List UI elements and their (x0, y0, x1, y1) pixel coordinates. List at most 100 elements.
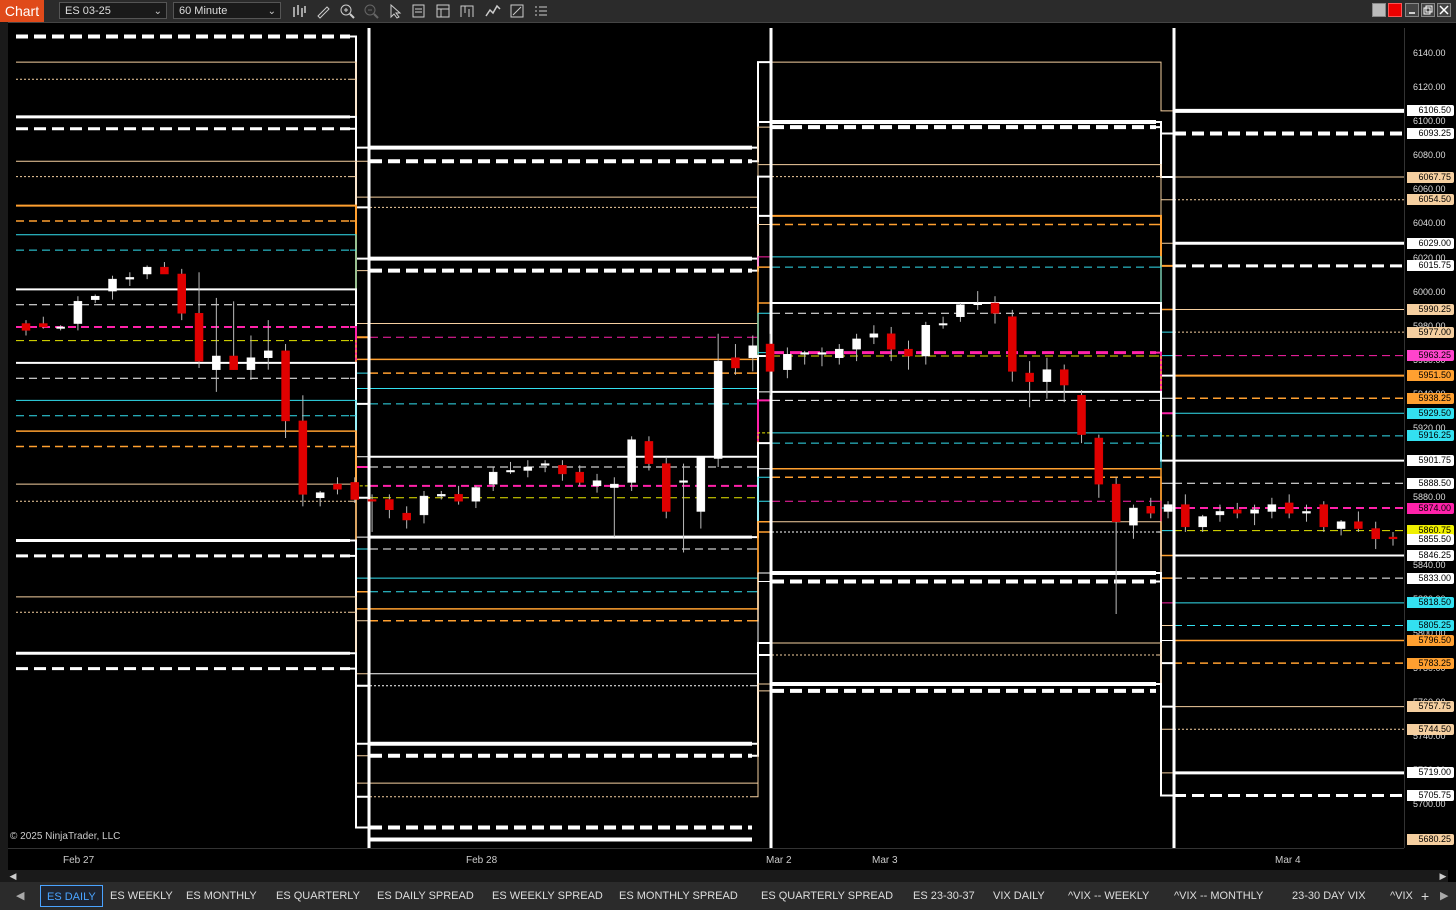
draw-pencil-icon[interactable] (315, 3, 331, 19)
candle-body (1319, 504, 1329, 528)
tab-es-quarterly[interactable]: ES QUARTERLY (270, 885, 366, 907)
level-connector (1156, 164, 1174, 201)
price-marker: 5938.25 (1407, 392, 1454, 404)
candle-body (592, 480, 602, 487)
tab-vix[interactable]: ^VIX (1384, 885, 1419, 907)
candle-body (108, 278, 117, 292)
interval-selector[interactable]: 60 Minute ⌄ (173, 2, 281, 19)
level-connector (350, 483, 370, 622)
candle-body (1267, 504, 1277, 512)
tab-23-30-day-vix[interactable]: 23-30 DAY VIX (1286, 885, 1372, 907)
price-marker: 5888.50 (1407, 477, 1454, 489)
price-marker: 5901.75 (1407, 455, 1454, 467)
x-tick-label: Mar 2 (766, 855, 792, 866)
red-square-icon[interactable] (1388, 3, 1402, 17)
tab-vix-weekly[interactable]: ^VIX -- WEEKLY (1062, 885, 1155, 907)
tab-vix-monthly[interactable]: ^VIX -- MONTHLY (1168, 885, 1269, 907)
horizontal-scrollbar[interactable]: ◀ ▶ (8, 870, 1448, 882)
y-tick-label: 6120.00 (1413, 81, 1446, 92)
tab-es-monthly-spread[interactable]: ES MONTHLY SPREAD (613, 885, 744, 907)
chart-plot-area[interactable] (8, 28, 1404, 848)
price-marker: 6106.50 (1407, 105, 1454, 117)
cursor-icon[interactable] (387, 3, 403, 19)
chevron-down-icon: ⌄ (267, 6, 276, 17)
level-connector (752, 683, 772, 784)
list-icon[interactable] (533, 3, 549, 19)
properties-icon[interactable] (435, 3, 451, 19)
chart-toolbar: Chart ES 03-25 ⌄ 60 Minute ⌄ (0, 0, 1456, 23)
instrument-selector[interactable]: ES 03-25 ⌄ (59, 2, 167, 19)
price-marker: 5744.50 (1407, 723, 1454, 735)
candle-body (696, 456, 706, 512)
indicators-icon[interactable] (485, 3, 501, 19)
restore-icon[interactable] (1421, 3, 1435, 17)
level-connector (1156, 500, 1174, 604)
tab-es-daily-spread[interactable]: ES DAILY SPREAD (371, 885, 480, 907)
tab-es-quarterly-spread[interactable]: ES QUARTERLY SPREAD (755, 885, 899, 907)
price-marker: 5757.75 (1407, 701, 1454, 713)
y-tick-label: 5880.00 (1413, 491, 1446, 502)
x-tick-label: Mar 4 (1275, 855, 1301, 866)
level-connector (752, 642, 772, 745)
price-marker: 5855.50 (1407, 534, 1454, 546)
level-connector (350, 361, 370, 499)
level-connector (350, 204, 370, 339)
price-marker: 6015.75 (1407, 260, 1454, 272)
tab-es-weekly-spread[interactable]: ES WEEKLY SPREAD (486, 885, 609, 907)
level-connector (752, 120, 772, 163)
level-connector (1156, 390, 1174, 462)
y-tick-label: 5840.00 (1413, 560, 1446, 571)
y-tick-label: 6100.00 (1413, 115, 1446, 126)
y-tick-label: 6040.00 (1413, 218, 1446, 229)
bar-type-icon[interactable] (291, 3, 307, 19)
close-icon[interactable] (1437, 3, 1451, 17)
price-marker: 6067.75 (1407, 171, 1454, 183)
candle-body (177, 273, 186, 314)
templates-icon[interactable] (459, 3, 475, 19)
candle-body (1111, 483, 1121, 522)
tab-vix-daily[interactable]: VIX DAILY (987, 885, 1051, 907)
scroll-right-arrow-icon[interactable]: ▶ (1438, 870, 1448, 882)
level-connector (350, 234, 370, 374)
x-tick-label: Feb 28 (466, 855, 498, 866)
grey-square-icon[interactable] (1372, 3, 1386, 17)
level-connector (1156, 302, 1174, 377)
scroll-left-arrow-icon[interactable]: ◀ (8, 870, 18, 882)
price-marker: 5963.25 (1407, 350, 1454, 362)
price-axis[interactable]: 6140.00 6120.00 6100.00 6080.00 6060.00 6040.… (1404, 28, 1456, 848)
candle-body (1284, 502, 1294, 514)
candle-body (264, 350, 273, 358)
strategies-icon[interactable] (509, 3, 525, 19)
data-box-icon[interactable] (411, 3, 427, 19)
tab-es-23-30-37[interactable]: ES 23-30-37 (907, 885, 981, 907)
add-tab-icon[interactable]: + (1415, 885, 1435, 907)
candle-body (1146, 506, 1155, 514)
tab-es-daily[interactable]: ES DAILY (40, 885, 103, 907)
level-connector (350, 160, 370, 272)
tab-es-weekly[interactable]: ES WEEKLY (104, 885, 179, 907)
chevron-down-icon: ⌄ (153, 6, 162, 17)
candle-body (39, 323, 48, 328)
candle-body (523, 466, 533, 471)
candle-body (419, 495, 429, 516)
minimize-icon[interactable] (1405, 3, 1419, 17)
zoom-out-icon[interactable] (363, 3, 379, 19)
candle-body (713, 360, 723, 459)
tab-scroll-right-icon[interactable]: ▶ (1434, 885, 1454, 907)
candle-body (956, 304, 965, 317)
tab-scroll-left-icon[interactable]: ◀ (10, 885, 30, 907)
candle-body (471, 487, 481, 502)
level-connector (752, 581, 772, 687)
candle-body (765, 343, 775, 372)
level-connector (350, 611, 370, 784)
zoom-in-icon[interactable] (339, 3, 355, 19)
time-axis[interactable]: Feb 27 Feb 28 Mar 2 Mar 3 Mar 4 (8, 848, 1404, 871)
candle-body (315, 492, 325, 499)
level-connector (350, 539, 370, 687)
candle-body (229, 355, 238, 370)
tab-es-monthly[interactable]: ES MONTHLY (180, 885, 263, 907)
price-marker: 5833.00 (1407, 572, 1454, 584)
candle-body (1181, 504, 1190, 528)
candle-body (938, 323, 948, 326)
level-connector (350, 500, 370, 675)
